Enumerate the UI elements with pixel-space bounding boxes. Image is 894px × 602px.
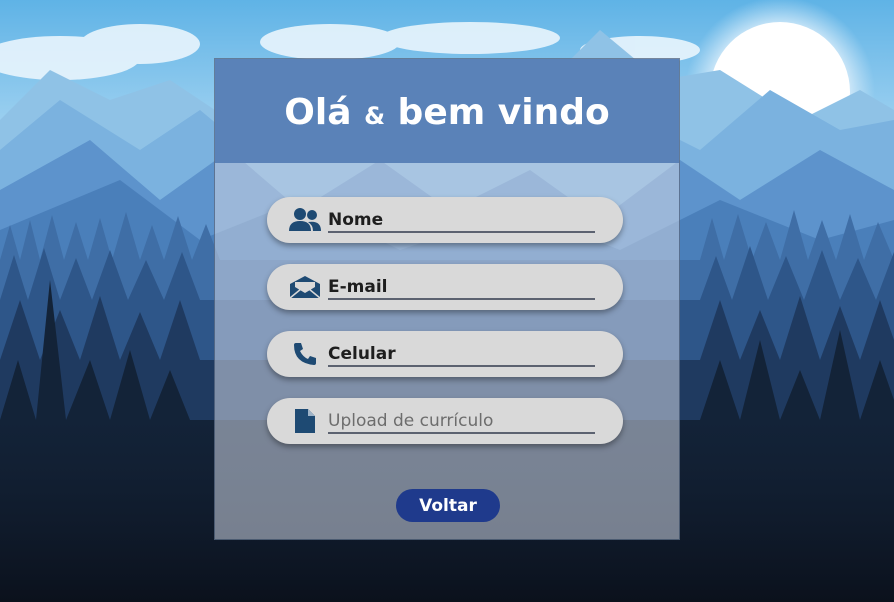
name-input[interactable] (328, 205, 595, 233)
back-button[interactable]: Voltar (396, 489, 500, 522)
card-header: Olá & bem vindo (215, 59, 679, 163)
welcome-form-card: Olá & bem vindo Nome E-mail Celular Uplo… (214, 58, 680, 540)
page-title: Olá & bem vindo (284, 92, 609, 133)
email-input[interactable] (328, 272, 595, 300)
phone-field (267, 331, 623, 377)
phone-input[interactable] (328, 339, 595, 367)
resume-upload-input[interactable] (328, 406, 595, 434)
users-icon (287, 206, 323, 234)
name-field (267, 197, 623, 243)
file-icon (287, 407, 323, 435)
title-greeting: Olá (284, 91, 352, 133)
title-welcome: bem vindo (397, 91, 610, 133)
phone-icon (287, 340, 323, 368)
title-ampersand: & (364, 101, 385, 130)
email-field (267, 264, 623, 310)
envelope-open-icon (287, 273, 323, 301)
resume-upload-field (267, 398, 623, 444)
